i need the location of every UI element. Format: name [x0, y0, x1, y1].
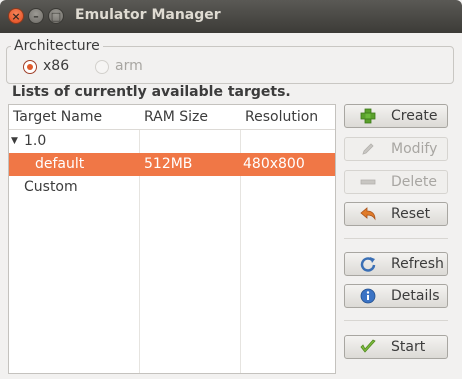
- button-separator: [344, 238, 448, 239]
- start-button[interactable]: Start: [344, 335, 448, 359]
- reset-button-label: Reset: [391, 206, 431, 222]
- target-name-cell: default: [35, 156, 85, 172]
- column-header-ram-size[interactable]: RAM Size: [140, 105, 240, 129]
- title-bar: × – □ Emulator Manager: [0, 0, 462, 33]
- tree-row-default[interactable]: default 512MB 480x800: [9, 153, 335, 176]
- create-button-label: Create: [391, 108, 438, 124]
- targets-heading: Lists of currently available targets.: [12, 84, 291, 100]
- targets-table[interactable]: Target Name RAM Size Resolution ▼ 1.0 de…: [8, 104, 336, 374]
- radio-x86-label[interactable]: x86: [43, 58, 69, 74]
- radio-arm: [95, 60, 109, 74]
- column-header-target-name[interactable]: Target Name: [9, 105, 139, 129]
- close-window-button[interactable]: ×: [8, 8, 24, 24]
- minus-icon: [360, 179, 376, 185]
- delete-button[interactable]: Delete: [344, 170, 448, 194]
- column-header-resolution[interactable]: Resolution: [241, 105, 335, 129]
- architecture-legend: Architecture: [11, 38, 103, 54]
- target-name-cell: Custom: [24, 179, 78, 195]
- refresh-button-label: Refresh: [391, 256, 444, 272]
- refresh-button[interactable]: Refresh: [344, 252, 448, 276]
- radio-arm-label: arm: [115, 58, 143, 74]
- button-separator: [344, 320, 448, 321]
- create-button[interactable]: Create: [344, 104, 448, 128]
- table-header: Target Name RAM Size Resolution: [9, 105, 335, 130]
- details-button[interactable]: Details: [344, 284, 448, 308]
- pencil-icon: [362, 143, 374, 155]
- expand-triangle-icon[interactable]: ▼: [11, 130, 18, 153]
- modify-button[interactable]: Modify: [344, 137, 448, 161]
- delete-button-label: Delete: [391, 174, 437, 190]
- resolution-cell: 480x800: [243, 156, 305, 172]
- info-icon: [360, 288, 376, 304]
- tree-row-custom[interactable]: Custom: [9, 176, 335, 199]
- details-button-label: Details: [391, 288, 440, 304]
- tree-row-1-0[interactable]: ▼ 1.0: [9, 130, 335, 153]
- plus-icon: [360, 108, 376, 124]
- maximize-window-button[interactable]: □: [48, 8, 64, 24]
- refresh-icon: [360, 257, 376, 272]
- minimize-window-button[interactable]: –: [28, 8, 44, 24]
- reset-button[interactable]: Reset: [344, 202, 448, 226]
- ram-size-cell: 512MB: [144, 156, 193, 172]
- target-name-cell: 1.0: [24, 133, 47, 149]
- modify-button-label: Modify: [391, 141, 438, 157]
- radio-x86[interactable]: [23, 60, 37, 74]
- window-title: Emulator Manager: [75, 7, 221, 23]
- start-button-label: Start: [391, 339, 426, 355]
- checkmark-icon: [360, 339, 376, 353]
- undo-arrow-icon: [360, 207, 376, 221]
